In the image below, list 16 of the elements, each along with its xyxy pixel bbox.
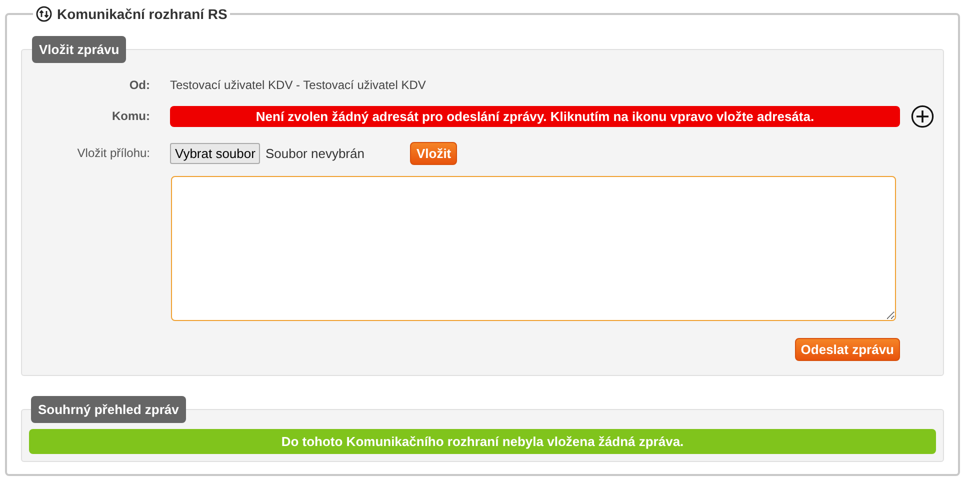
choose-file-button[interactable]: Vybrat soubor bbox=[170, 142, 260, 164]
field-label: Komu: bbox=[111, 109, 150, 123]
sender-text: Testovací uživatel KDV - Testovací uživatel KDV bbox=[170, 78, 426, 92]
section-title: Komunikační rozhraní RS bbox=[57, 6, 228, 22]
panel-title: Souhrný přehled zpráv bbox=[31, 396, 186, 423]
insert-button[interactable]: Vložit bbox=[410, 142, 458, 164]
send-button[interactable]: Odeslat zprávu bbox=[794, 338, 900, 361]
error-message: Není zvolen žádný adresát pro odeslání zprávy. Kliknutím na ikonu vpravo vložte adresáta. bbox=[170, 106, 900, 126]
panel-title: Vložit zprávu bbox=[32, 36, 126, 63]
file-status: Soubor nevybrán bbox=[265, 146, 364, 160]
add-icon[interactable] bbox=[911, 104, 934, 128]
arrows-circle-icon bbox=[36, 6, 52, 22]
field-label: Od: bbox=[128, 78, 150, 92]
info-message: Do tohoto Komunikačního rozhraní nebyla vložena žádná zpráva. bbox=[29, 429, 936, 454]
field-label: Vložit přílohu: bbox=[76, 146, 150, 160]
message-field[interactable] bbox=[171, 176, 896, 321]
